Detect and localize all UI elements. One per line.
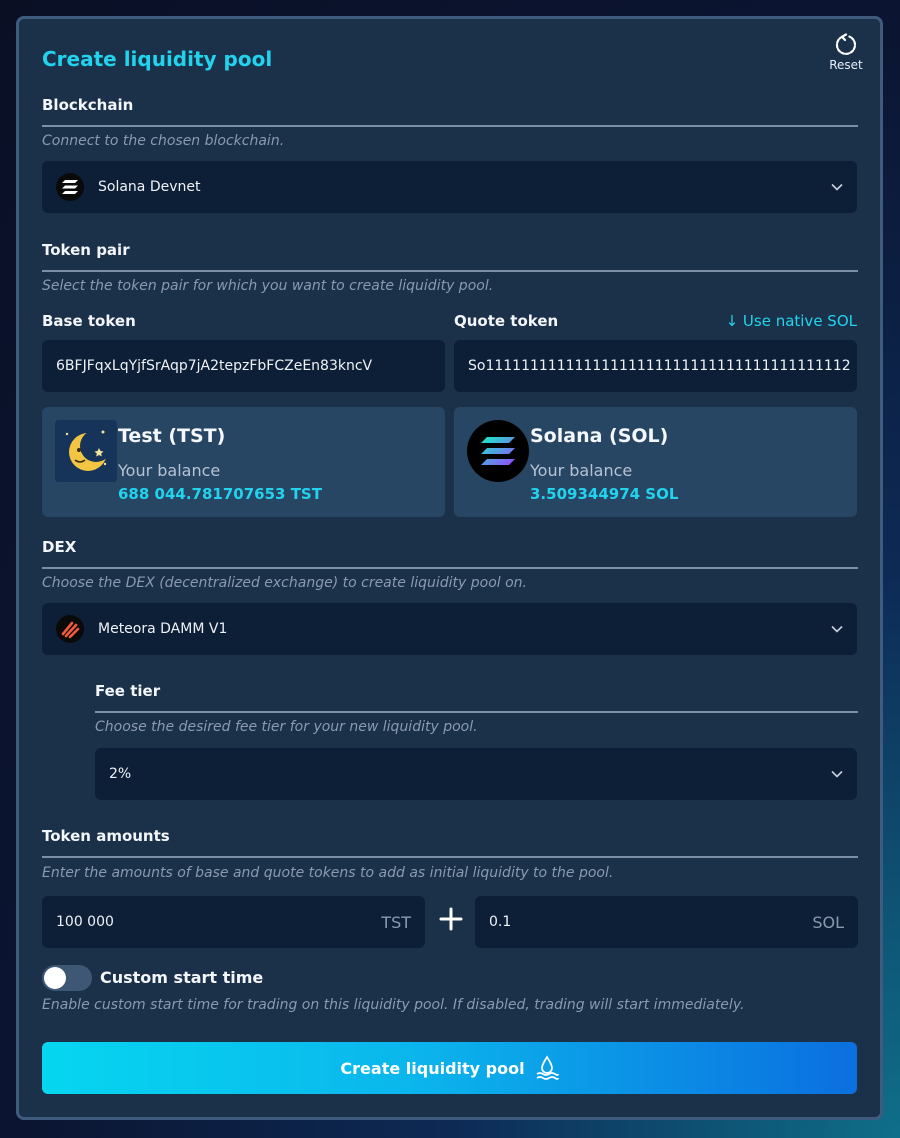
blockchain-selected: Solana Devnet (98, 179, 201, 195)
base-token-card: Test (TST) Your balance 688 044.78170765… (42, 407, 445, 517)
quote-amount-value: 0.1 (489, 914, 512, 930)
quote-token-label: Quote token (454, 312, 559, 330)
base-token-label: Base token (42, 312, 136, 330)
meteora-icon (56, 615, 84, 643)
divider (95, 711, 858, 713)
reset-icon (835, 33, 857, 55)
base-balance-label: Your balance (118, 461, 221, 480)
quote-token-card: Solana (SOL) Your balance 3.509344974 SO… (454, 407, 857, 517)
blockchain-hint: Connect to the chosen blockchain. (42, 133, 285, 149)
use-native-sol-link[interactable]: ↓ Use native SOL (726, 312, 857, 330)
custom-start-label: Custom start time (100, 968, 264, 987)
create-pool-button[interactable]: Create liquidity pool (42, 1042, 857, 1094)
base-amount-unit: TST (381, 912, 411, 932)
sol-token-logo (467, 420, 529, 482)
divider (42, 270, 858, 272)
dex-selected: Meteora DAMM V1 (98, 621, 228, 637)
dex-heading: DEX (42, 538, 77, 556)
base-amount-input[interactable]: 100 000 TST (42, 896, 425, 948)
quote-amount-unit: SOL (812, 912, 844, 932)
create-pool-button-label: Create liquidity pool (340, 1058, 525, 1078)
dex-select[interactable]: Meteora DAMM V1 (42, 603, 857, 655)
divider (42, 125, 858, 127)
page-title: Create liquidity pool (42, 47, 273, 71)
token-amounts-heading: Token amounts (42, 827, 170, 845)
chevron-down-icon (831, 183, 843, 191)
reset-button[interactable]: Reset (824, 33, 868, 72)
reset-label: Reset (829, 58, 863, 72)
dex-hint: Choose the DEX (decentralized exchange) … (42, 575, 527, 591)
blockchain-heading: Blockchain (42, 96, 134, 114)
solana-icon (56, 173, 84, 201)
fee-tier-hint: Choose the desired fee tier for your new… (95, 719, 478, 735)
base-amount-value: 100 000 (56, 914, 114, 930)
tst-token-logo (55, 420, 117, 482)
blockchain-select[interactable]: Solana Devnet (42, 161, 857, 213)
fee-tier-heading: Fee tier (95, 682, 161, 700)
quote-balance-label: Your balance (530, 461, 633, 480)
toggle-knob (44, 967, 66, 989)
fee-tier-selected: 2% (109, 766, 132, 782)
pool-icon (536, 1055, 559, 1080)
token-pair-heading: Token pair (42, 241, 130, 259)
create-pool-panel: Create liquidity pool Reset Blockchain C… (16, 16, 883, 1120)
base-token-name: Test (TST) (118, 425, 226, 447)
quote-token-name: Solana (SOL) (530, 425, 669, 447)
token-amounts-hint: Enter the amounts of base and quote toke… (42, 865, 614, 881)
quote-token-input[interactable]: So11111111111111111111111111111111111111… (454, 340, 857, 392)
divider (42, 567, 858, 569)
quote-balance-value: 3.509344974 SOL (530, 485, 679, 503)
fee-tier-select[interactable]: 2% (95, 748, 857, 800)
base-balance-value: 688 044.781707653 TST (118, 485, 322, 503)
token-pair-hint: Select the token pair for which you want… (42, 278, 494, 294)
chevron-down-icon (831, 625, 843, 633)
plus-icon (439, 907, 463, 931)
divider (42, 856, 858, 858)
custom-start-toggle[interactable] (42, 965, 92, 991)
chevron-down-icon (831, 770, 843, 778)
quote-amount-input[interactable]: 0.1 SOL (475, 896, 858, 948)
custom-start-hint: Enable custom start time for trading on … (42, 997, 745, 1013)
base-token-input[interactable]: 6BFJFqxLqYjfSrAqp7jA2tepzFbFCZeEn83kncV (42, 340, 445, 392)
